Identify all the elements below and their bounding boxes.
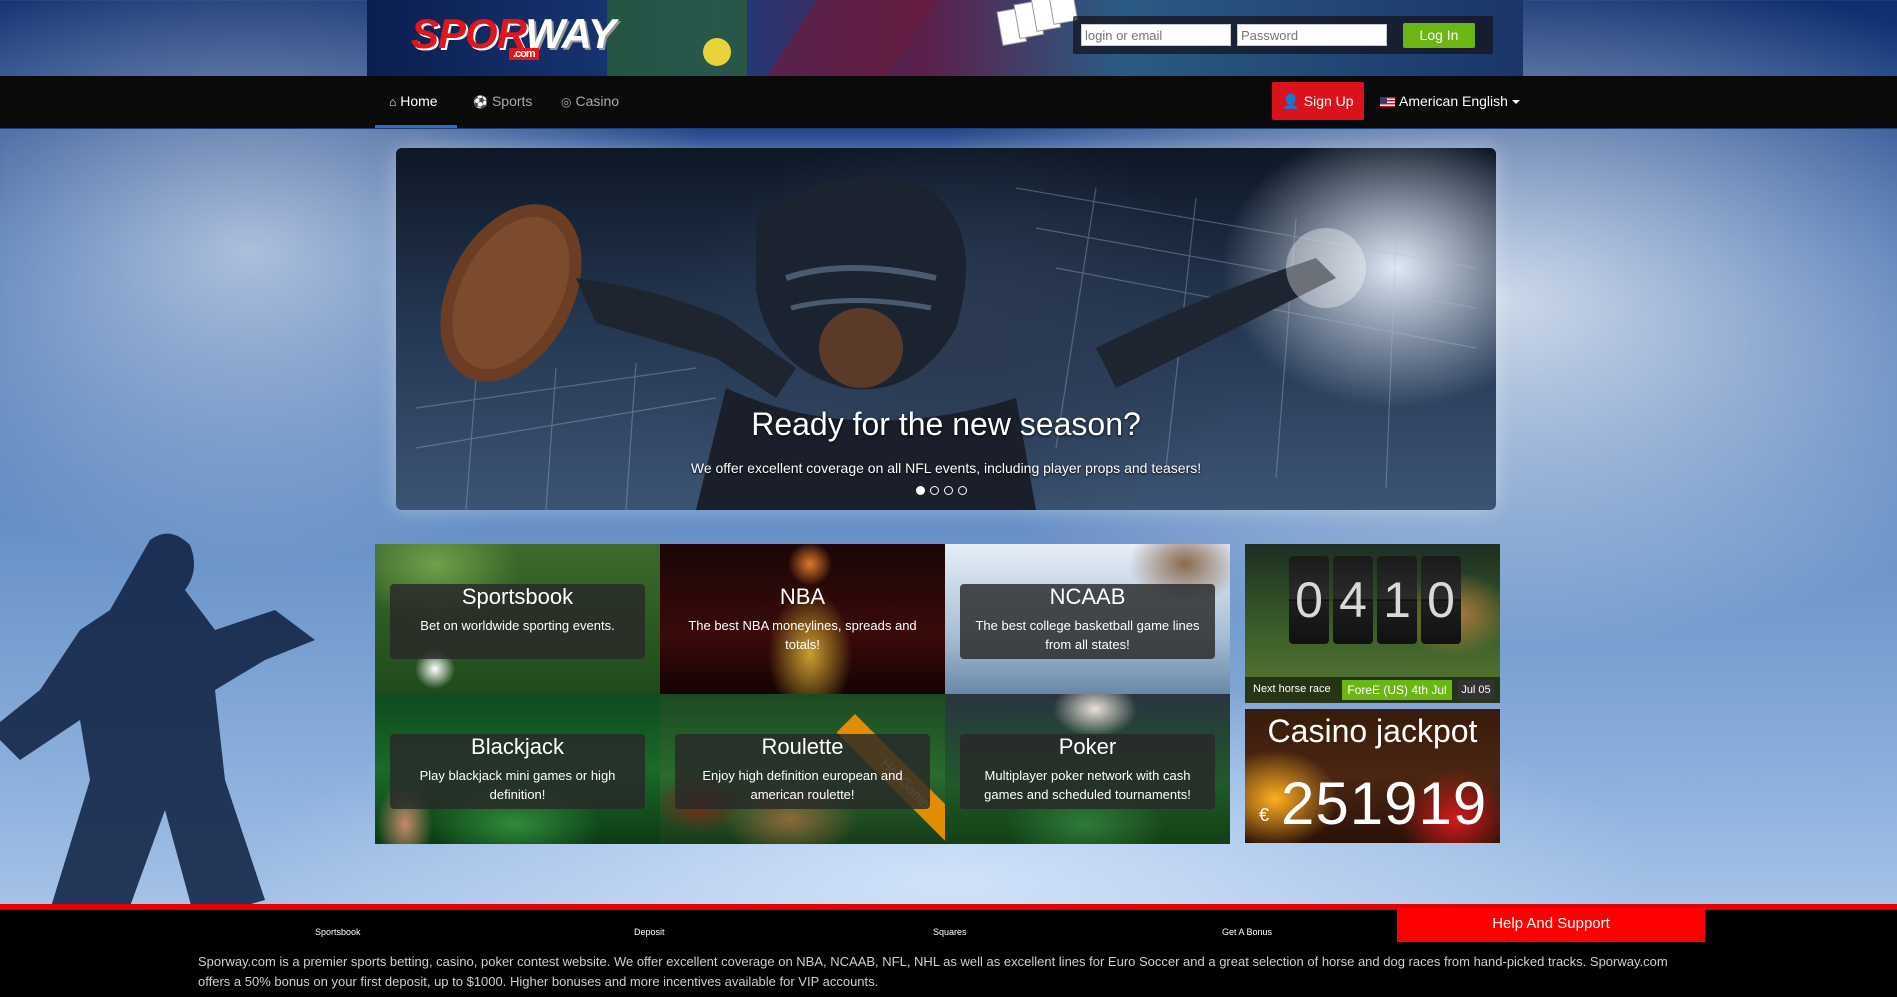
tile-description: Multiplayer poker network with cash game… — [984, 768, 1191, 802]
nav-item-home[interactable]: ⌂ Home — [375, 76, 457, 128]
tile-title: NCAAB — [1049, 584, 1126, 609]
nav-item-label: Sports — [491, 93, 533, 109]
tile-description: Bet on worldwide sporting events. — [420, 618, 615, 633]
tile-roulette[interactable]: Hot Game Roulette Enjoy high definition … — [660, 694, 945, 844]
main-nav: ⌂ Home ⚽ Sports ◎ Casino 👤 Sign Up American… — [0, 76, 1897, 129]
logo-suffix: .com — [509, 48, 539, 60]
carousel-dot[interactable] — [958, 486, 967, 495]
tile-poker[interactable]: Poker Multiplayer poker network with cas… — [945, 694, 1230, 844]
tile-ncaab[interactable]: NCAAB The best college basketball game l… — [945, 544, 1230, 694]
jackpot-title: Casino jackpot — [1267, 713, 1478, 749]
user-plus-icon: 👤 — [1282, 93, 1300, 109]
jackpot-value: 251919 — [1281, 770, 1488, 837]
password-field[interactable] — [1237, 24, 1387, 46]
race-date: Jul 05 — [1458, 680, 1494, 700]
tile-nba[interactable]: NBA The best NBA moneylines, spreads and… — [660, 544, 945, 694]
tile-sportsbook[interactable]: Sportsbook Bet on worldwide sporting eve… — [375, 544, 660, 694]
tile-caption: NBA The best NBA moneylines, spreads and… — [675, 584, 930, 659]
tile-caption: Sportsbook Bet on worldwide sporting eve… — [390, 584, 645, 659]
signup-label: Sign Up — [1303, 93, 1354, 109]
footer-description: Sporway.com is a premier sports betting,… — [198, 954, 1668, 989]
race-label: Next horse race — [1253, 683, 1331, 695]
tile-title: Sportsbook — [461, 584, 574, 609]
tile-caption: Blackjack Play blackjack mini games or h… — [390, 734, 645, 809]
tile-title: Blackjack — [471, 734, 564, 759]
nav-item-casino[interactable]: ◎ Casino — [561, 76, 619, 128]
carousel-dot[interactable] — [944, 486, 953, 495]
help-support-button[interactable]: Help And Support — [1397, 908, 1705, 942]
jackpot-currency: € — [1259, 805, 1270, 825]
site-logo[interactable]: SPORWAY .com — [411, 13, 616, 60]
next-race-widget[interactable]: 0 4 1 0 Next horse race ForeE (US) 4th J… — [1245, 544, 1500, 703]
tile-description: Enjoy high definition european and ameri… — [702, 768, 903, 802]
footer-link-get-a-bonus[interactable]: Get A Bonus — [1222, 927, 1272, 937]
nav-item-label: Casino — [575, 93, 620, 109]
login-form: Log In — [1073, 16, 1493, 54]
footer-link-sportsbook[interactable]: Sportsbook — [315, 927, 361, 937]
countdown-digit: 0 — [1289, 556, 1329, 644]
soccer-ball-icon: ⚽ — [473, 95, 488, 109]
countdown-digit: 0 — [1421, 556, 1461, 644]
race-track[interactable]: ForeE (US) 4th Jul — [1342, 680, 1452, 700]
tile-caption: NCAAB The best college basketball game l… — [960, 584, 1215, 659]
tile-caption: Poker Multiplayer poker network with cas… — [960, 734, 1215, 809]
countdown-digit: 1 — [1377, 556, 1417, 644]
caret-down-icon — [1511, 100, 1520, 104]
top-banner: SPORWAY .com Log In — [367, 0, 1523, 76]
tile-title: NBA — [779, 584, 826, 609]
tile-blackjack[interactable]: Blackjack Play blackjack mini games or h… — [375, 694, 660, 844]
carousel-dot[interactable] — [930, 486, 939, 495]
language-selector[interactable]: American English — [1380, 76, 1520, 128]
tile-description: The best college basketball game lines f… — [975, 618, 1200, 652]
player-silhouette — [0, 533, 315, 920]
tile-description: Play blackjack mini games or high defini… — [419, 768, 616, 802]
email-field[interactable] — [1081, 24, 1231, 46]
race-info-bar: Next horse race ForeE (US) 4th Jul Jul 0… — [1245, 677, 1500, 703]
nav-item-label: Home — [400, 93, 438, 109]
tile-title: Poker — [1058, 734, 1117, 759]
tile-title: Roulette — [761, 734, 844, 759]
banner-artwork — [607, 0, 1079, 76]
home-icon: ⌂ — [389, 95, 397, 109]
football-player-image — [415, 178, 1477, 510]
footer-link-squares[interactable]: Squares — [933, 927, 967, 937]
footer: Sportsbook Deposit Squares Get A Bonus H… — [0, 904, 1897, 997]
language-label: American English — [1399, 93, 1508, 109]
casino-jackpot-widget[interactable]: Casino jackpot € 251919 — [1245, 709, 1500, 843]
logo-way: WAY — [525, 10, 616, 57]
signup-button[interactable]: 👤 Sign Up — [1272, 82, 1364, 120]
tile-caption: Roulette Enjoy high definition european … — [675, 734, 930, 809]
tile-description: The best NBA moneylines, spreads and tot… — [688, 618, 917, 652]
hero-title: Ready for the new season? — [751, 406, 1141, 442]
gamepad-icon: ◎ — [561, 95, 572, 109]
game-tiles: Sportsbook Bet on worldwide sporting eve… — [375, 544, 1230, 844]
footer-link-deposit[interactable]: Deposit — [634, 927, 665, 937]
carousel-indicators — [916, 482, 972, 500]
us-flag-icon — [1380, 97, 1395, 107]
countdown-digit: 4 — [1333, 556, 1373, 644]
nav-item-sports[interactable]: ⚽ Sports — [473, 76, 532, 128]
login-button[interactable]: Log In — [1403, 23, 1475, 48]
hero-carousel[interactable]: Ready for the new season? We offer excel… — [396, 148, 1496, 510]
carousel-dot[interactable] — [916, 486, 925, 495]
hero-subtitle: We offer excellent coverage on all NFL e… — [690, 460, 1202, 476]
